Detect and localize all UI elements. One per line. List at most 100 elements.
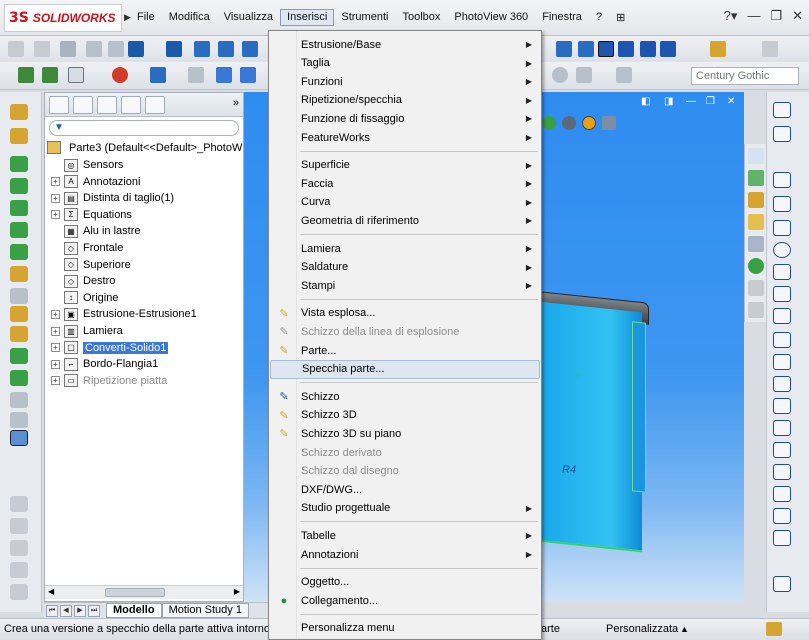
cmd-cut-revolve-icon[interactable]	[10, 222, 28, 238]
hexagon-icon[interactable]	[773, 354, 791, 370]
menu-item-schizzo-3d-su-piano[interactable]: ✎ Schizzo 3D su piano	[270, 424, 540, 443]
rectangle-icon[interactable]	[773, 196, 791, 212]
shaded-edges-icon[interactable]	[618, 41, 634, 57]
mirror-sketch-icon[interactable]	[773, 442, 791, 458]
viewport-restore-icon[interactable]: ❐	[706, 96, 715, 107]
offset-icon[interactable]	[773, 464, 791, 480]
view-cube-3-icon[interactable]	[242, 41, 258, 57]
menu-item-funzioni[interactable]: Funzioni ▶	[270, 72, 540, 91]
next-tab-icon[interactable]: ▶	[74, 604, 86, 617]
design-library-icon[interactable]	[748, 170, 764, 186]
table-icon[interactable]	[616, 67, 632, 83]
menu-item-specchia-parte[interactable]: Specchia parte...	[270, 359, 540, 379]
realview-icon[interactable]	[582, 116, 596, 130]
status-customize[interactable]: Personalizzata	[606, 623, 678, 635]
cmd-rib-icon[interactable]	[10, 326, 28, 342]
menu-item-inserisci[interactable]: Inserisci	[280, 9, 335, 26]
viewport-close-icon[interactable]: ✕	[727, 96, 735, 107]
view-cube-5-icon[interactable]	[578, 41, 594, 57]
pattern-sketch-icon[interactable]	[773, 576, 791, 592]
tree-item[interactable]: + ▭ Ripetizione piatta	[51, 373, 167, 389]
tree-item[interactable]: ◎ Sensors	[51, 157, 123, 173]
menu-item-photoview-360[interactable]: PhotoView 360	[447, 9, 535, 26]
viewport-prev-icon[interactable]: ◧	[641, 96, 650, 107]
menu-item-annotazioni[interactable]: Annotazioni ▶	[270, 545, 540, 564]
sketch-tool-icon[interactable]	[773, 102, 791, 118]
view-cube-2-icon[interactable]	[218, 41, 234, 57]
menu-item-schizzo-3d[interactable]: ✎ Schizzo 3D	[270, 406, 540, 425]
menu-item-faccia[interactable]: Faccia ▶	[270, 174, 540, 193]
smart-dimension-icon[interactable]	[42, 67, 58, 83]
tab-motion-study[interactable]: Motion Study 1	[161, 603, 249, 618]
menu-item-superficie[interactable]: Superficie ▶	[270, 156, 540, 175]
scene-icon[interactable]	[542, 116, 556, 130]
extend-icon[interactable]	[773, 508, 791, 524]
tree-item[interactable]: ◇ Superiore	[51, 257, 131, 273]
cmd-curve-icon[interactable]	[10, 370, 28, 386]
scroll-thumb[interactable]	[105, 588, 165, 597]
resources-icon[interactable]	[748, 148, 764, 164]
close-icon[interactable]: ✕	[792, 8, 803, 24]
spell-check-icon[interactable]	[216, 67, 232, 83]
menu-item-curva[interactable]: Curva ▶	[270, 193, 540, 212]
tree-item[interactable]: + ▤ Distinta di taglio(1)	[51, 190, 174, 206]
appearances-icon[interactable]	[748, 258, 764, 274]
relations-icon[interactable]	[128, 41, 144, 57]
view-cube-1-icon[interactable]	[194, 41, 210, 57]
menu-item-parte[interactable]: ✎ Parte...	[270, 341, 540, 360]
note-icon[interactable]	[240, 67, 256, 83]
menu-item-schizzo[interactable]: ✎ Schizzo	[270, 387, 540, 406]
cmd-shell-icon[interactable]	[10, 306, 28, 322]
new-document-icon[interactable]	[8, 41, 24, 57]
view-palette-icon[interactable]	[748, 236, 764, 252]
tree-item[interactable]: + A Annotazioni	[51, 174, 141, 190]
menu-item-oggetto[interactable]: Oggetto...	[270, 573, 540, 592]
last-tab-icon[interactable]: ⏭	[88, 604, 100, 617]
tree-item[interactable]: ◇ Frontale	[51, 240, 123, 256]
options-icon[interactable]	[108, 41, 124, 57]
task-pane-extra-icon[interactable]	[748, 302, 764, 318]
expand-icon[interactable]: +	[51, 177, 60, 187]
cmd-plane-icon[interactable]	[10, 412, 28, 428]
move-icon[interactable]	[773, 530, 791, 546]
menu-item-geometria-di-riferimento[interactable]: Geometria di riferimento ▶	[270, 211, 540, 230]
tree-item[interactable]: ↕ Origine	[51, 290, 118, 306]
toolbar-options-icon[interactable]	[762, 41, 778, 57]
solidworks-logo[interactable]: 3S SOLIDWORKS	[4, 4, 122, 32]
cmd-cut-icon[interactable]	[10, 200, 28, 216]
cmd-revolve-icon[interactable]	[10, 128, 28, 144]
menu-item-vista-esplosa[interactable]: ✎ Vista esplosa...	[270, 304, 540, 323]
menu-item-help[interactable]: ?	[589, 9, 609, 26]
tree-item[interactable]: + ▢ Converti-Solido1	[51, 340, 169, 356]
tree-item[interactable]: + ▥ Lamiera	[51, 323, 123, 339]
zoom-icon[interactable]	[576, 67, 592, 83]
cmd-loft-icon[interactable]	[10, 178, 28, 194]
status-rebuild-icon[interactable]	[766, 622, 782, 636]
menu-item-strumenti[interactable]: Strumenti	[334, 9, 395, 26]
viewport-next-icon[interactable]: ◨	[664, 96, 673, 107]
tree-item[interactable]: + Σ Equations	[51, 207, 132, 223]
tree-item[interactable]: ▦ Alu in lastre	[51, 223, 140, 239]
view-cube-4-icon[interactable]	[556, 41, 572, 57]
file-explorer-icon[interactable]	[748, 214, 764, 230]
tree-item[interactable]: + ▣ Estrusione-Estrusione1	[51, 306, 197, 322]
menu-item-tabelle[interactable]: Tabelle ▶	[270, 526, 540, 545]
menu-item-saldature[interactable]: Saldature ▶	[270, 258, 540, 277]
radius-dimension[interactable]: R4	[562, 464, 576, 476]
menu-item-funzione-di-fissaggio[interactable]: Funzione di fissaggio ▶	[270, 109, 540, 128]
slot-icon[interactable]	[773, 220, 791, 236]
menu-item-dxf-dwg[interactable]: DXF/DWG...	[270, 480, 540, 499]
menu-item-toolbox[interactable]: Toolbox	[395, 9, 447, 26]
erase-icon[interactable]	[188, 67, 204, 83]
measure-icon[interactable]	[150, 67, 166, 83]
prev-tab-icon[interactable]: ◀	[60, 604, 72, 617]
pin-menu-icon[interactable]: ⊞	[609, 9, 632, 26]
scroll-right-icon[interactable]: ▶	[234, 587, 240, 596]
point-icon[interactable]	[773, 376, 791, 392]
polygon-icon[interactable]	[773, 286, 791, 302]
menu-item-personalizza-menu[interactable]: Personalizza menu	[270, 619, 540, 638]
text-icon[interactable]	[773, 420, 791, 436]
cmd-extrude-icon[interactable]	[10, 104, 28, 120]
wireframe-icon[interactable]	[660, 41, 676, 57]
tree-item[interactable]: ◇ Destro	[51, 273, 115, 289]
